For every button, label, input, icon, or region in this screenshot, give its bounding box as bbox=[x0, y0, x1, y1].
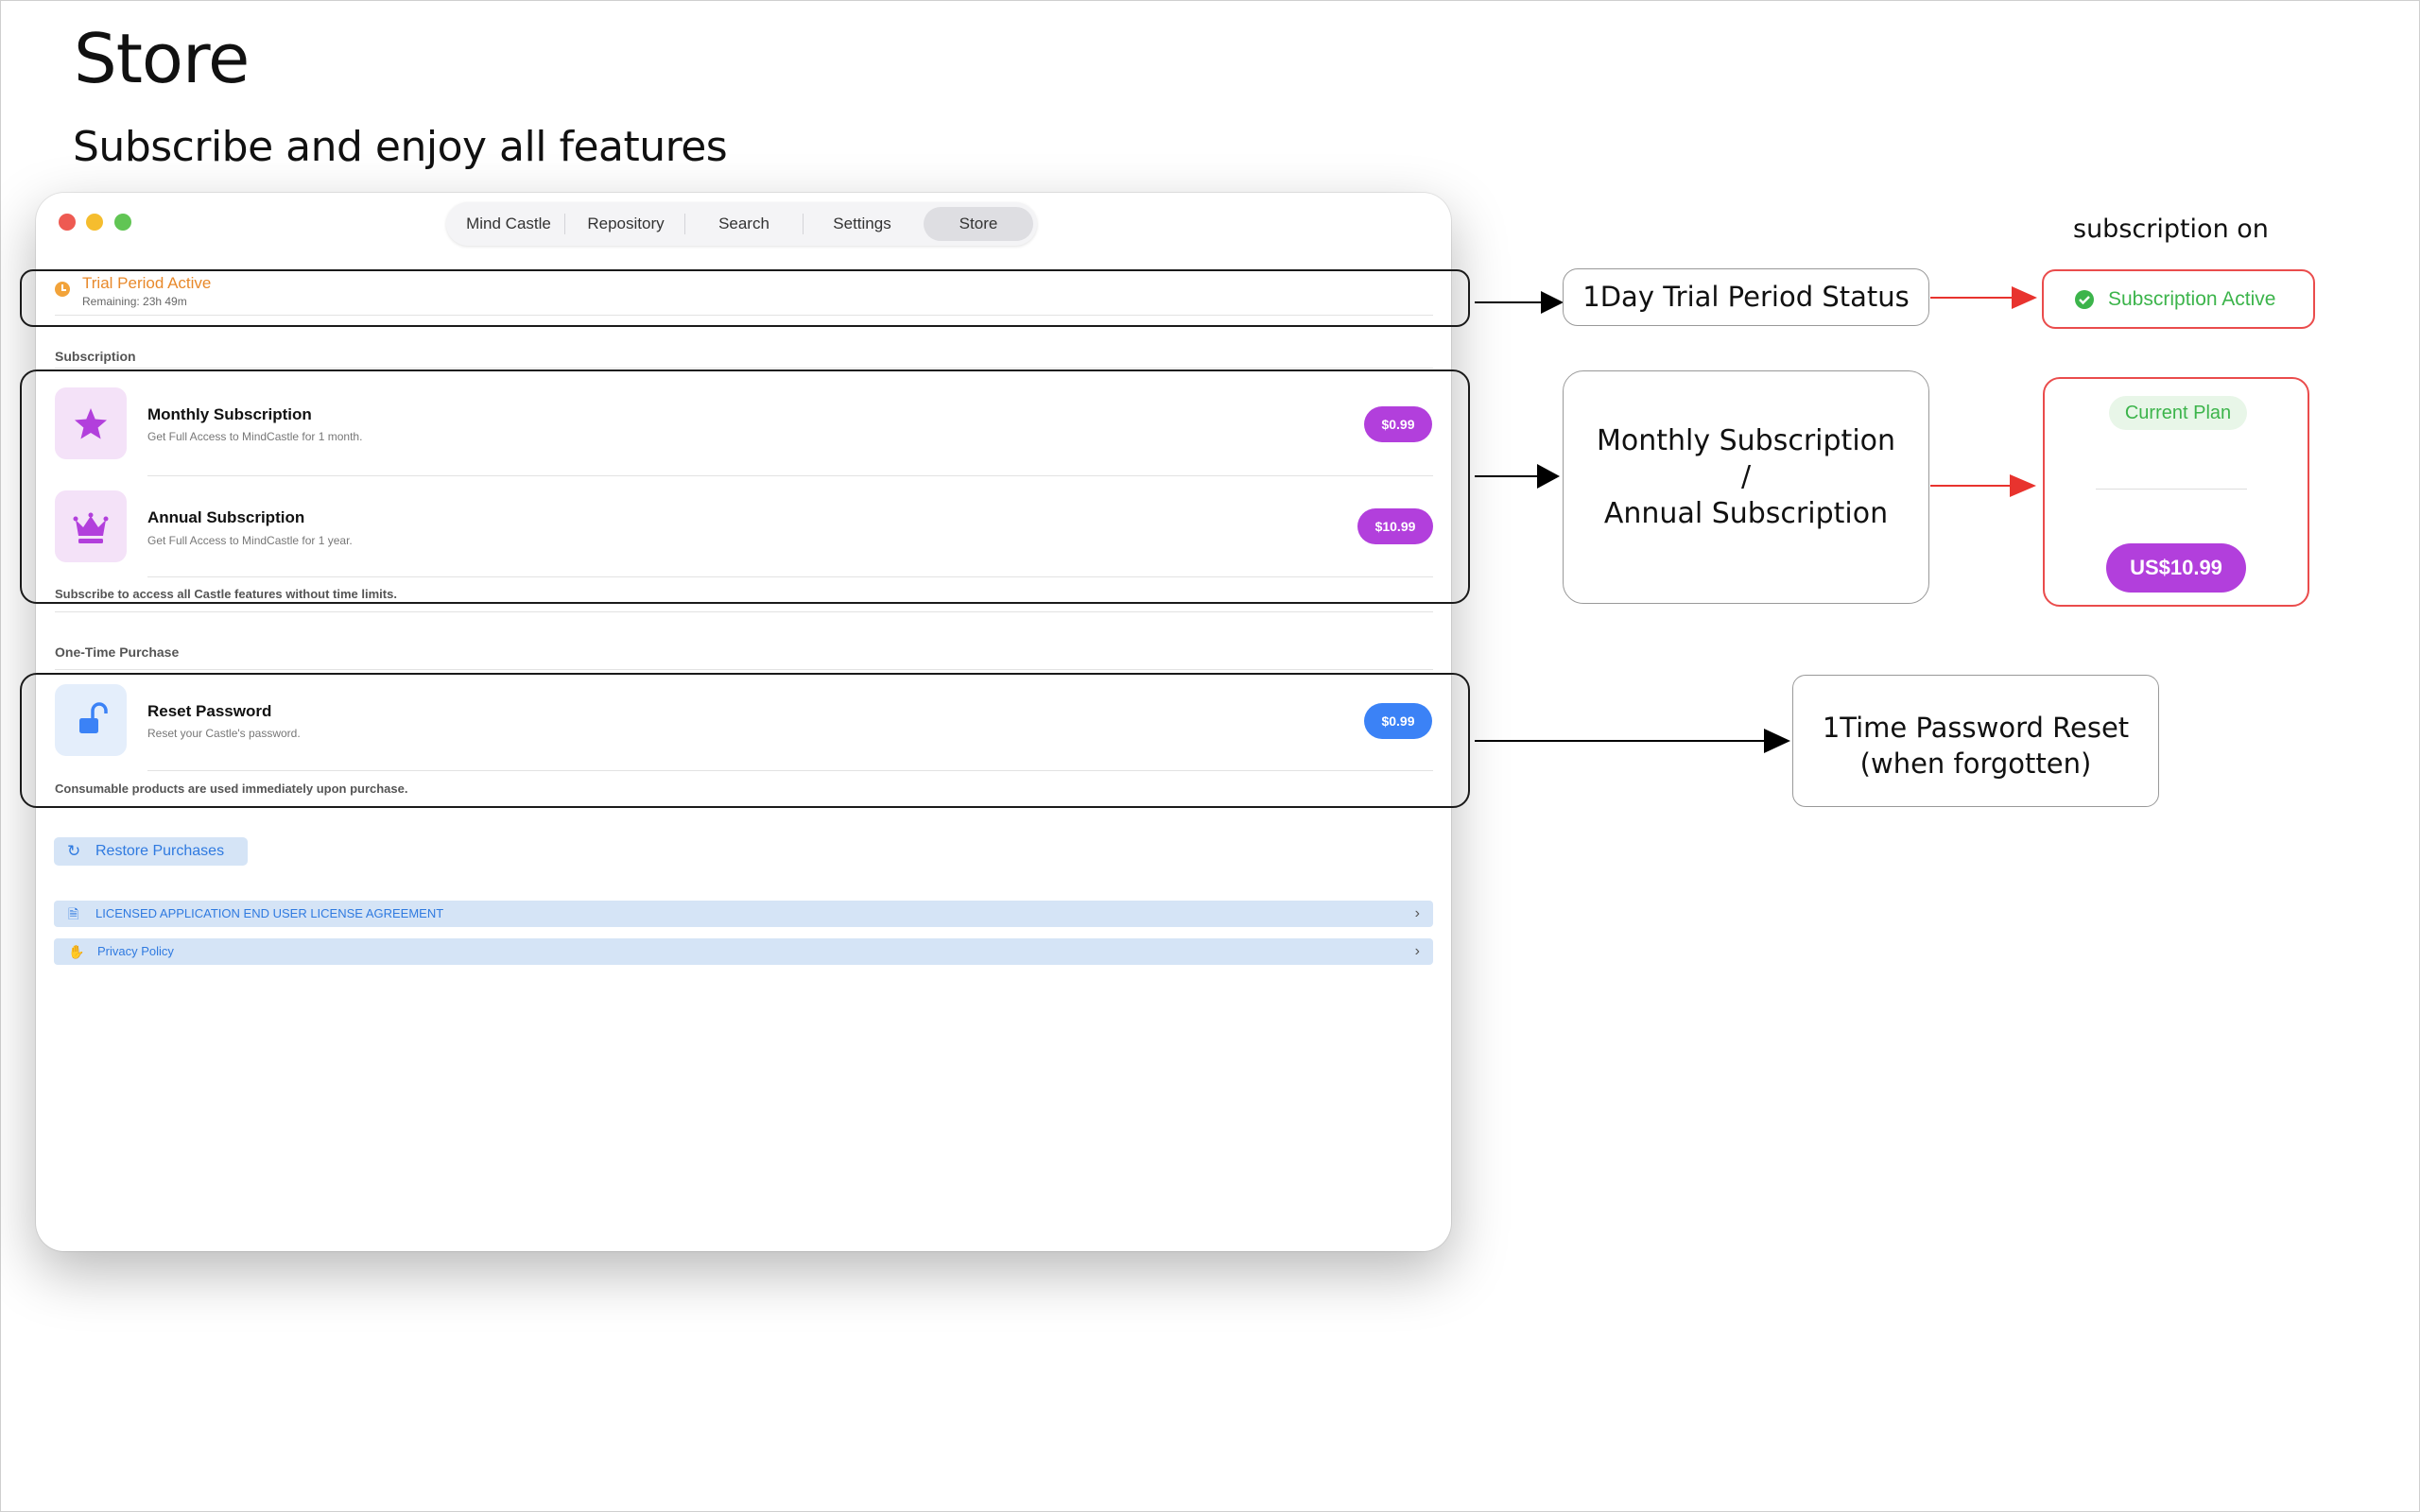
subscription-active-annotation: Subscription Active bbox=[2042, 269, 2315, 329]
trial-status-annotation: 1Day Trial Period Status bbox=[1563, 268, 1929, 326]
password-reset-annotation: 1Time Password Reset (when forgotten) bbox=[1792, 675, 2159, 807]
arrow-trial-red bbox=[1930, 286, 2037, 309]
current-plan-annotation: Current Plan US$10.99 bbox=[2043, 377, 2309, 607]
password-reset-line-2: (when forgotten) bbox=[1859, 747, 2092, 780]
arrow-trial bbox=[1475, 291, 1564, 314]
arrow-subscription bbox=[1475, 464, 1560, 489]
subscription-active-text: Subscription Active bbox=[2108, 288, 2276, 310]
divider bbox=[2096, 489, 2247, 490]
arrow-subscription-red bbox=[1930, 474, 2036, 497]
current-plan-price-button[interactable]: US$10.99 bbox=[2106, 543, 2246, 593]
sub-type-line-1: Monthly Subscription bbox=[1596, 424, 1896, 457]
sub-type-line-3: Annual Subscription bbox=[1603, 497, 1889, 530]
subscription-on-label: subscription on bbox=[2073, 215, 2269, 244]
current-plan-badge: Current Plan bbox=[2109, 396, 2247, 430]
verified-check-icon bbox=[2075, 290, 2094, 309]
arrow-one-time bbox=[1475, 729, 1790, 753]
sub-type-line-2: / bbox=[1740, 460, 1752, 493]
subscription-types-annotation: Monthly Subscription / Annual Subscripti… bbox=[1563, 370, 1929, 604]
password-reset-line-1: 1Time Password Reset bbox=[1822, 712, 2130, 744]
